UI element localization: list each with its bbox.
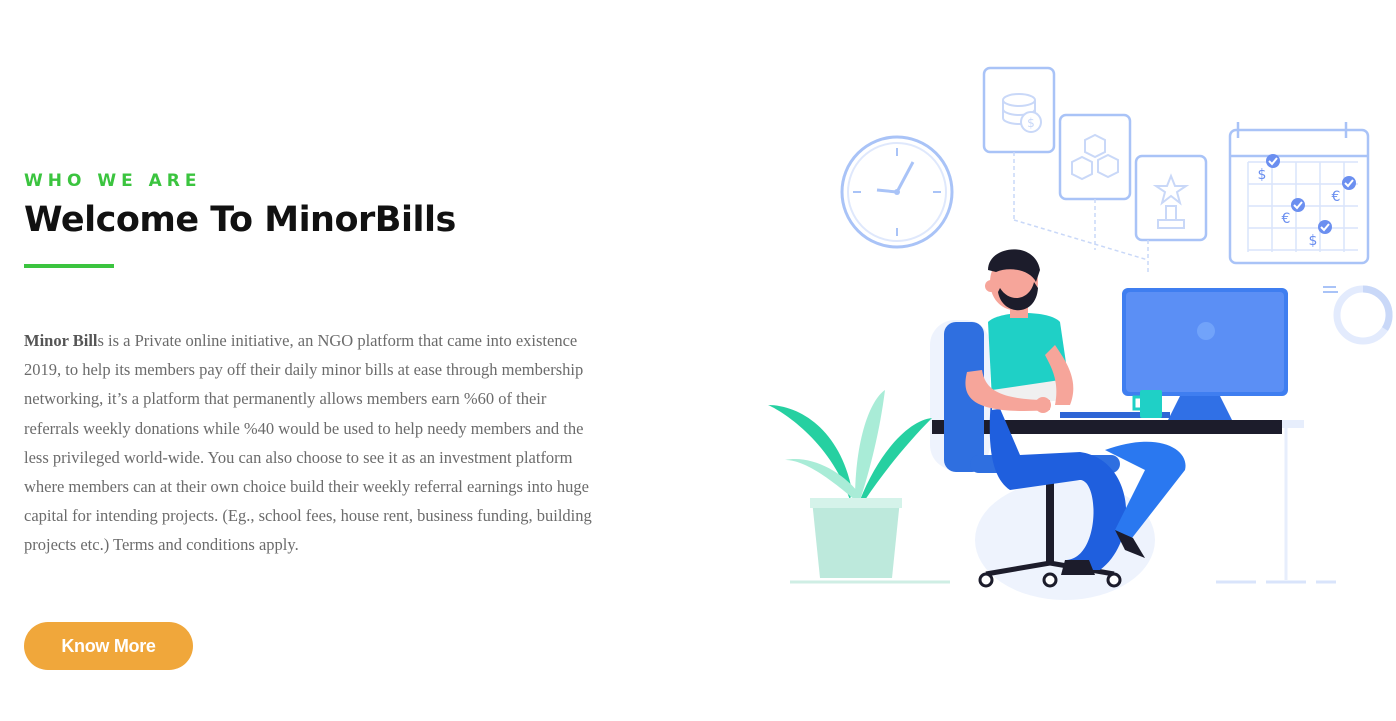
description-brand: Minor Bill <box>24 331 98 350</box>
calendar-icon: $ € € $ <box>1228 122 1370 265</box>
cubes-icon <box>1058 113 1132 201</box>
svg-text:€: € <box>1282 211 1291 227</box>
svg-text:$: $ <box>1309 233 1318 249</box>
description-text: s is a Private online initiative, an NGO… <box>24 331 592 555</box>
title-underline <box>24 264 114 268</box>
trophy-icon <box>1134 154 1208 242</box>
coins-icon: $ <box>982 66 1056 154</box>
section-title: Welcome To MinorBills <box>24 200 456 240</box>
svg-text:$: $ <box>1258 167 1267 183</box>
section-eyebrow: WHO WE ARE <box>24 171 202 191</box>
office-worker-illustration: $ $ € € $ <box>768 66 1393 600</box>
clock-icon <box>840 135 954 249</box>
progress-ring-icon <box>1323 285 1393 345</box>
section-description: Minor Bills is a Private online initiati… <box>24 326 599 560</box>
monitor-icon <box>1060 288 1288 420</box>
svg-text:€: € <box>1332 189 1341 205</box>
plant-icon <box>768 390 932 578</box>
svg-text:$: $ <box>1027 116 1035 130</box>
know-more-button[interactable]: Know More <box>24 622 193 670</box>
